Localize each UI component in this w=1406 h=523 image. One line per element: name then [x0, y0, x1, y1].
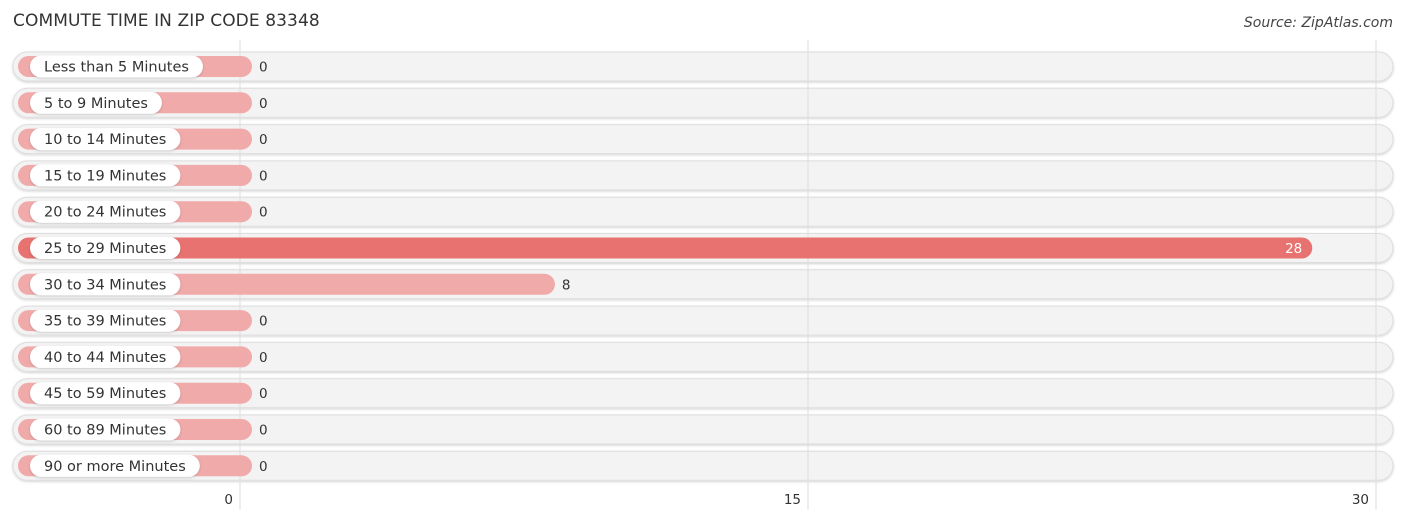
bar[interactable]: [18, 237, 1313, 259]
x-axis: 0 15 30: [224, 492, 1369, 508]
category-label: 60 to 89 Minutes: [44, 423, 166, 439]
category-label: 90 or more Minutes: [44, 459, 186, 475]
category-label: Less than 5 Minutes: [44, 60, 189, 76]
value-label: 0: [259, 96, 268, 112]
category-label: 20 to 24 Minutes: [44, 205, 166, 221]
value-label: 0: [259, 350, 268, 366]
rows-layer: [12, 51, 1394, 481]
value-label: 28: [1285, 241, 1302, 257]
x-tick-label: 0: [224, 492, 233, 508]
category-label: 30 to 34 Minutes: [44, 277, 166, 293]
value-label: 0: [259, 205, 268, 221]
value-label: 0: [259, 386, 268, 402]
category-label: 10 to 14 Minutes: [44, 132, 166, 148]
value-label: 0: [259, 314, 268, 330]
bar-chart: Less than 5 Minutes 0 5 to 9 Minutes 0 10 to…: [12, 40, 1394, 510]
x-tick-label: 30: [1352, 492, 1369, 508]
value-label: 0: [259, 459, 268, 475]
category-label: 35 to 39 Minutes: [44, 314, 166, 330]
value-label: 0: [259, 423, 268, 439]
category-label: 45 to 59 Minutes: [44, 386, 166, 402]
value-label: 0: [259, 168, 268, 184]
category-label: 40 to 44 Minutes: [44, 350, 166, 366]
category-label: 5 to 9 Minutes: [44, 96, 148, 112]
x-tick-label: 15: [784, 492, 801, 508]
value-label: 0: [259, 60, 268, 76]
value-label: 0: [259, 132, 268, 148]
bars-layer: Less than 5 Minutes 0 5 to 9 Minutes 0 10 to…: [18, 55, 1313, 477]
category-label: 25 to 29 Minutes: [44, 241, 166, 257]
category-label: 15 to 19 Minutes: [44, 168, 166, 184]
value-label: 8: [562, 277, 571, 293]
